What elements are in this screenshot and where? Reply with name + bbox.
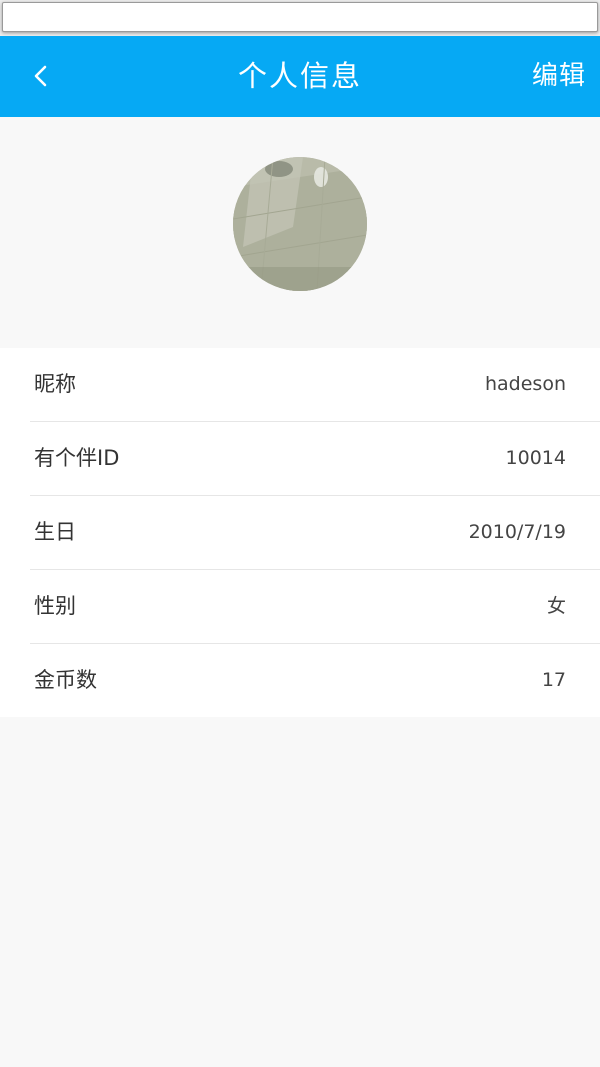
app-header: 个人信息 编辑 (0, 36, 600, 117)
status-bar-strip (2, 2, 598, 32)
user-id-row[interactable]: 有个伴ID 10014 (30, 422, 600, 496)
avatar-photo (233, 157, 367, 291)
nickname-value: hadeson (484, 373, 566, 395)
user-id-value: 10014 (505, 447, 566, 469)
coins-label: 金币数 (34, 668, 97, 692)
avatar-section (0, 117, 600, 348)
avatar[interactable] (233, 157, 367, 291)
gender-label: 性别 (34, 594, 76, 618)
nickname-label: 昵称 (34, 372, 76, 396)
user-id-label: 有个伴ID (34, 446, 120, 470)
back-button[interactable] (22, 56, 62, 96)
edit-button[interactable]: 编辑 (532, 36, 586, 117)
birthday-value: 2010/7/19 (468, 521, 566, 543)
nickname-row[interactable]: 昵称 hadeson (30, 348, 600, 422)
status-bar (0, 0, 600, 36)
birthday-label: 生日 (34, 520, 76, 544)
birthday-row[interactable]: 生日 2010/7/19 (30, 496, 600, 570)
gender-value: 女 (546, 595, 566, 617)
gender-row[interactable]: 性别 女 (30, 570, 600, 644)
coins-value: 17 (541, 669, 566, 691)
page-title: 个人信息 (237, 59, 362, 93)
info-list: 昵称 hadeson 有个伴ID 10014 生日 2010/7/19 性别 女… (0, 348, 600, 717)
coins-row[interactable]: 金币数 17 (30, 644, 600, 717)
chevron-left-icon (34, 65, 47, 87)
